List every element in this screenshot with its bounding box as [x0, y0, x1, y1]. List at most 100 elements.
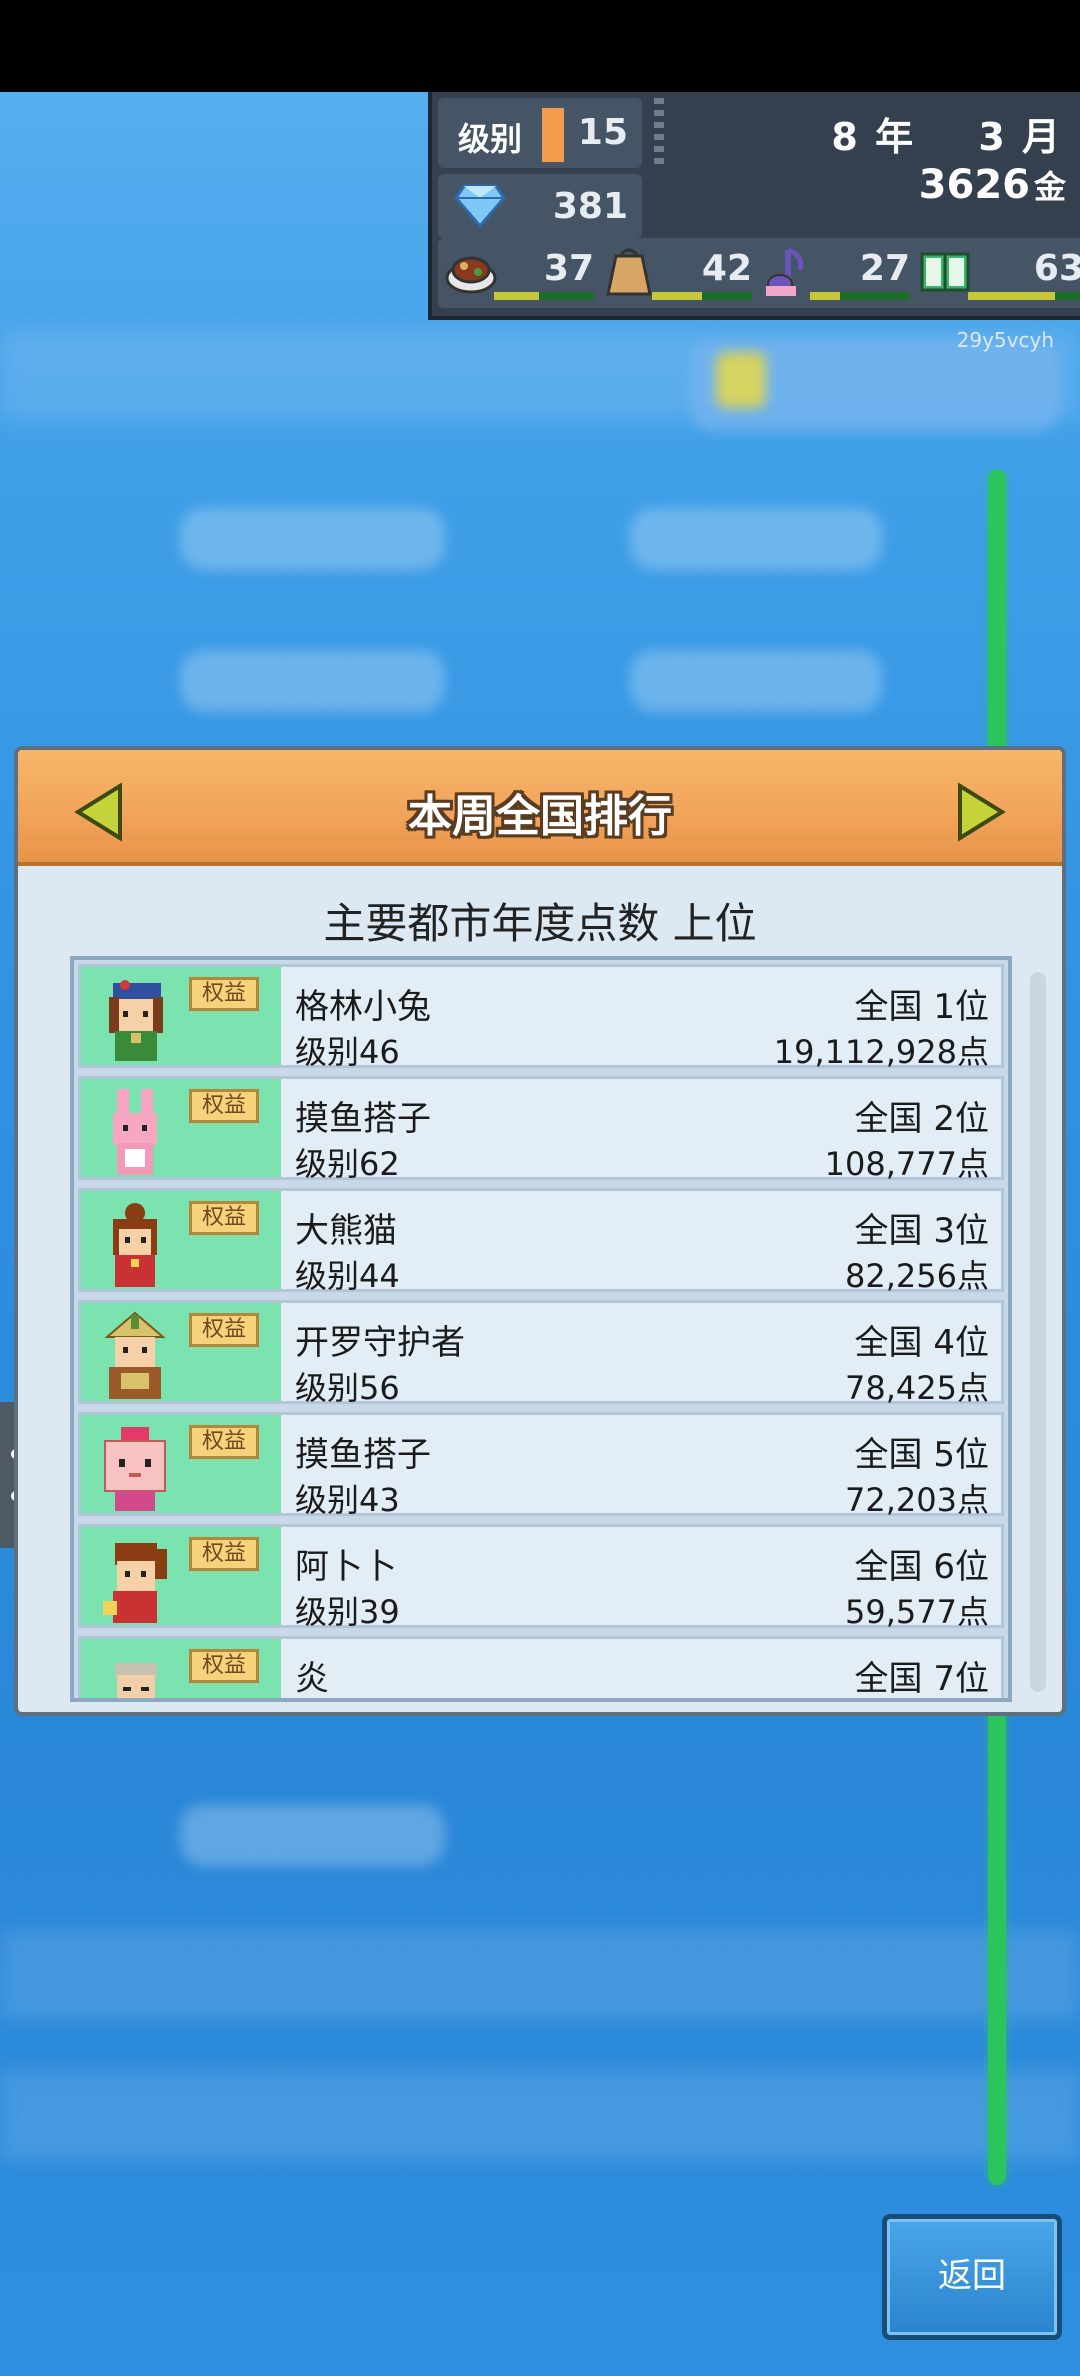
ranking-row[interactable]: 权益 摸鱼搭子 级别43 全国 5位 72,203点	[78, 1412, 1004, 1519]
divider-dots	[654, 98, 664, 168]
game-date: 8 年 3 月	[823, 106, 1062, 161]
list-scrollbar[interactable]	[1030, 972, 1046, 1692]
girl-red-avatar	[113, 1203, 157, 1287]
background-card	[180, 650, 445, 712]
player-name: 炎	[295, 1659, 329, 1699]
stat-music: 27	[758, 238, 910, 308]
stat-goods: 42	[600, 238, 752, 308]
gold-unit: 金	[1033, 168, 1066, 206]
stats-row: 37 42 27 63	[438, 238, 1080, 308]
month-label: 3 月	[978, 115, 1062, 159]
ranking-row[interactable]: 权益 格林小兔级别46 全国 1位 19,112,928点	[78, 964, 1004, 1071]
next-arrow-button[interactable]	[954, 782, 1008, 842]
year-label: 8 年	[831, 115, 916, 159]
stat-goods-value: 42	[701, 248, 752, 289]
level-box: 级别 15	[438, 98, 642, 168]
perk-badge[interactable]: 权益	[189, 977, 259, 1011]
stat-music-bar	[810, 292, 910, 300]
ranking-row[interactable]: 权益 开罗守护者级别56 全国 4位 78,425点	[78, 1300, 1004, 1407]
player-name: 格林小兔	[295, 987, 431, 1027]
perk-badge[interactable]: 权益	[189, 1089, 259, 1123]
status-bar	[0, 0, 1080, 92]
player-name: 开罗守护者	[295, 1323, 465, 1363]
level-label: 级别	[458, 120, 523, 158]
player-rank: 全国 2位	[854, 1099, 989, 1139]
stat-food: 37	[442, 238, 594, 308]
stat-study: 63	[916, 238, 1080, 308]
avatar-area: 权益	[81, 1527, 281, 1625]
player-name: 摸鱼搭子	[295, 1099, 431, 1139]
gold-display: 3626 金	[919, 162, 1066, 208]
stat-music-value: 27	[859, 248, 910, 289]
player-points: 72,203点	[845, 1481, 989, 1519]
stat-food-bar	[494, 292, 594, 300]
avatar-area: 权益	[81, 1639, 281, 1698]
watermark-code: 29y5vcyh	[956, 328, 1054, 352]
perk-badge[interactable]: 权益	[189, 1425, 259, 1459]
background-card	[180, 1804, 445, 1866]
diamond-icon	[454, 184, 506, 228]
player-level: 级别46	[295, 1033, 400, 1071]
player-rank: 全国 4位	[854, 1323, 989, 1363]
avatar-area: 权益	[81, 1415, 281, 1513]
ranking-panel: 本周全国排行 主要都市年度点数 上位 权益 格林小兔 级别46 全国 1位 19,112…	[14, 746, 1066, 1716]
stat-bar-fill	[968, 292, 1055, 300]
stat-study-bar	[968, 292, 1080, 300]
ranking-row[interactable]: 权益 阿卜卜级别39 全国 6位 59,577点	[78, 1524, 1004, 1631]
gold-amount: 3626	[918, 162, 1030, 208]
player-level: 级别39	[295, 1593, 400, 1631]
perk-badge[interactable]: 权益	[189, 1649, 259, 1683]
ranking-row[interactable]: 权益 炎 全国 7位	[78, 1636, 1004, 1699]
ranking-row[interactable]: 权益 大熊猫 级别44 全国 3位 82,256点	[78, 1188, 1004, 1295]
pink-rabbit-avatar	[113, 1089, 157, 1175]
stat-bar-fill	[810, 292, 840, 300]
player-points: 78,425点	[845, 1369, 989, 1407]
girl-beret-avatar	[109, 980, 163, 1061]
music-note-icon	[766, 247, 804, 296]
player-name: 阿卜卜	[295, 1547, 397, 1587]
player-name: 大熊猫	[295, 1211, 397, 1251]
perk-badge[interactable]: 权益	[189, 1201, 259, 1235]
background-card	[630, 508, 882, 570]
avatar-area: 权益	[81, 967, 281, 1065]
avatar-area: 权益	[81, 1079, 281, 1177]
background-strip	[0, 1930, 1080, 2020]
stat-food-value: 37	[543, 248, 594, 289]
level-bar	[542, 108, 564, 162]
player-points: 19,112,928点	[773, 1033, 989, 1071]
book-icon	[920, 252, 970, 292]
background-card	[630, 650, 882, 712]
player-points: 82,256点	[845, 1257, 989, 1295]
player-rank: 全国 1位	[854, 987, 989, 1027]
pink-box-avatar	[104, 1427, 166, 1511]
bag-icon	[606, 248, 652, 296]
ranking-row[interactable]: 权益 摸鱼搭子级别62 全国 2位 108,777点	[78, 1076, 1004, 1183]
avatar-area: 权益	[81, 1191, 281, 1289]
status-hud: 级别 15 381 8 年 3 月 3626 金 37 42 27 63	[428, 92, 1080, 320]
avatar-area: 权益	[81, 1303, 281, 1401]
background-strip	[0, 2070, 1080, 2160]
ranking-list[interactable]: 权益 格林小兔 级别46 全国 1位 19,112,928点 权益 摸鱼搭子 级别62 全国 2…	[70, 956, 1012, 1702]
old-man-avatar	[115, 1663, 157, 1698]
player-rank: 全国 6位	[854, 1547, 989, 1587]
level-value: 15	[577, 112, 628, 153]
girl-ponytail-avatar	[103, 1543, 167, 1623]
player-rank: 全国 3位	[854, 1211, 989, 1251]
panel-title: 本周全国排行	[408, 791, 672, 842]
stat-study-value: 63	[1033, 248, 1080, 289]
background-card	[180, 508, 445, 570]
player-points: 59,577点	[845, 1593, 989, 1631]
player-level: 级别62	[295, 1145, 400, 1183]
stat-bar-fill	[652, 292, 702, 300]
perk-badge[interactable]: 权益	[189, 1537, 259, 1571]
player-level: 级别43	[295, 1481, 400, 1519]
player-level: 级别56	[295, 1369, 400, 1407]
panel-header: 本周全国排行	[18, 750, 1062, 866]
player-rank: 全国 7位	[854, 1659, 989, 1699]
back-button[interactable]: 返回	[882, 2214, 1062, 2340]
background-icon	[716, 352, 766, 408]
perk-badge[interactable]: 权益	[189, 1313, 259, 1347]
food-icon	[445, 256, 497, 294]
player-points: 108,777点	[824, 1145, 989, 1183]
player-name: 摸鱼搭子	[295, 1435, 431, 1475]
